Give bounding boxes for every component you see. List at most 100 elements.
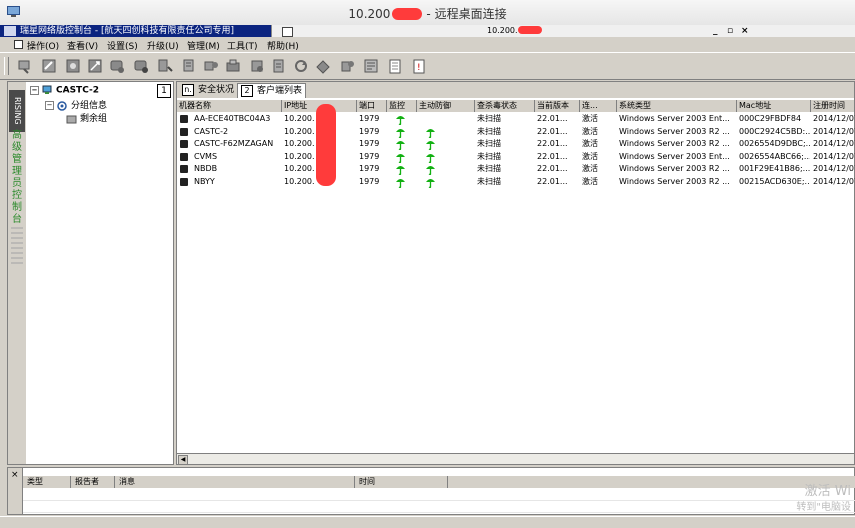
document-icon[interactable] bbox=[388, 59, 403, 74]
tool-icon-7[interactable] bbox=[158, 59, 173, 74]
tool-icon-3[interactable] bbox=[66, 59, 81, 74]
group-icon bbox=[57, 100, 67, 111]
col-header-os[interactable]: 系统类型 bbox=[617, 100, 737, 112]
monitor-on-icon bbox=[395, 177, 406, 188]
tool-icon-4[interactable] bbox=[88, 59, 103, 74]
table-row[interactable]: AA-ECE40TBC04A3 10.200. 1979 未扫描 22.01... 激活 W… bbox=[177, 113, 855, 126]
defense-on-icon bbox=[425, 139, 436, 151]
status-bar bbox=[0, 516, 855, 528]
menu-bar: 操作(O) 查看(V) 设置(S) 升级(U) 管理(M) 工具(T) 帮助(H… bbox=[0, 38, 855, 52]
col-header-monitor[interactable]: 监控 bbox=[387, 100, 417, 112]
toolbar: ! bbox=[0, 52, 855, 80]
cell-name: AA-ECE40TBC04A3 bbox=[194, 114, 271, 123]
tool-icon-11[interactable] bbox=[250, 59, 265, 74]
monitor-on-icon bbox=[395, 114, 406, 126]
cell-os: Windows Server 2003 R2 ... bbox=[619, 164, 730, 173]
tree-item-remaining[interactable]: 剩余组 bbox=[66, 111, 107, 124]
collapse-icon[interactable]: − bbox=[45, 101, 54, 110]
cell-os: Windows Server 2003 R2 ... bbox=[619, 139, 730, 148]
connection-ip: 10.200. bbox=[487, 25, 542, 37]
redaction-mark bbox=[517, 26, 542, 34]
close-icon[interactable]: × bbox=[11, 470, 19, 480]
cell-scan: 未扫描 bbox=[477, 139, 501, 148]
close-button[interactable]: × bbox=[741, 25, 749, 37]
log-col-message[interactable]: 消息 bbox=[115, 476, 355, 488]
cell-name: NBDB bbox=[194, 164, 218, 173]
info-icon[interactable]: ! bbox=[412, 59, 427, 74]
tab-security[interactable]: n. 安全状况 bbox=[179, 83, 237, 97]
redaction-mark bbox=[392, 8, 423, 20]
menu-settings[interactable]: 设置(S) bbox=[107, 39, 138, 52]
redaction-mark bbox=[316, 104, 336, 186]
tool-icon-9[interactable] bbox=[204, 59, 219, 74]
restore-button[interactable]: ▫ bbox=[727, 25, 733, 37]
window-menu-icon[interactable] bbox=[14, 40, 23, 49]
cell-scan: 未扫描 bbox=[477, 114, 501, 123]
collapse-icon[interactable]: − bbox=[30, 85, 39, 95]
log-col-type[interactable]: 类型 bbox=[23, 476, 71, 488]
tool-icon-2[interactable] bbox=[42, 59, 57, 74]
col-header-conn[interactable]: 连... bbox=[580, 100, 617, 112]
tool-icon-8[interactable] bbox=[182, 59, 197, 74]
tool-icon-12[interactable] bbox=[272, 59, 287, 74]
menu-upgrade[interactable]: 升级(U) bbox=[147, 39, 179, 52]
col-header-version[interactable]: 当前版本 bbox=[535, 100, 580, 112]
cell-version: 22.01... bbox=[537, 164, 568, 173]
menu-help[interactable]: 帮助(H) bbox=[267, 39, 299, 52]
menu-operate[interactable]: 操作(O) bbox=[27, 39, 59, 52]
app-title-bar: 瑞星网络版控制台 - [航天四创科技有限责任公司专用] bbox=[0, 25, 271, 37]
table-row[interactable]: CASTC-2 10.200. 1979 未扫描 22.01... 激活 Windows S… bbox=[177, 126, 855, 138]
menu-view[interactable]: 查看(V) bbox=[67, 39, 98, 52]
scan-icon[interactable] bbox=[18, 59, 33, 74]
col-header-port[interactable]: 端口 bbox=[357, 100, 387, 112]
log-col-reporter[interactable]: 报告者 bbox=[71, 476, 115, 488]
col-header-name[interactable]: 机器名称 bbox=[177, 100, 282, 112]
cell-port: 1979 bbox=[359, 139, 380, 148]
toolbar-grip bbox=[4, 57, 9, 75]
menu-tools[interactable]: 工具(T) bbox=[227, 39, 258, 52]
col-header-scan[interactable]: 查杀毒状态 bbox=[475, 100, 535, 112]
cell-reg: 2014/12/07 bbox=[813, 114, 855, 123]
table-row[interactable]: NBYY 10.200. 1979 未扫描 22.01... 激活 Windows Serv… bbox=[177, 176, 855, 188]
app-icon bbox=[4, 26, 16, 36]
refresh-icon[interactable] bbox=[294, 59, 309, 74]
tool-icon-6[interactable] bbox=[134, 59, 149, 74]
tab-client-list[interactable]: 2 客户端列表 bbox=[237, 83, 307, 98]
horizontal-scrollbar[interactable]: ◀ bbox=[177, 453, 854, 465]
defense-on-icon bbox=[425, 164, 436, 176]
tree-root[interactable]: − CASTC-2 bbox=[30, 85, 99, 96]
cell-conn: 激活 bbox=[582, 164, 598, 173]
col-header-defense[interactable]: 主动防御 bbox=[417, 100, 475, 112]
tree-item-group[interactable]: − 分组信息 bbox=[45, 98, 107, 111]
app-title: 瑞星网络版控制台 - [航天四创科技有限责任公司专用] bbox=[20, 26, 234, 36]
tool-icon-5[interactable] bbox=[110, 59, 125, 74]
log-col-time[interactable]: 时间 bbox=[355, 476, 448, 488]
table-row[interactable]: CASTC-F62MZAGAN 10.200. 1979 未扫描 22.01... 激活 W… bbox=[177, 138, 855, 151]
minimize-button[interactable]: _ bbox=[713, 25, 718, 37]
cell-name: NBYY bbox=[194, 176, 215, 186]
cell-version: 22.01... bbox=[537, 114, 568, 123]
tool-icon-15[interactable] bbox=[340, 59, 355, 74]
rdp-title: 10.200- 远程桌面连接 bbox=[348, 7, 507, 21]
folder-icon bbox=[66, 115, 77, 123]
cell-port: 1979 bbox=[359, 126, 380, 136]
cell-conn: 激活 bbox=[582, 114, 598, 123]
tool-icon-16[interactable] bbox=[364, 59, 379, 74]
col-header-mac[interactable]: Mac地址 bbox=[737, 100, 811, 112]
pin-icon[interactable] bbox=[282, 27, 293, 37]
tool-icon-10[interactable] bbox=[226, 59, 241, 74]
tool-icon-14[interactable] bbox=[316, 59, 331, 74]
monitor-on-icon bbox=[395, 127, 406, 138]
table-row[interactable]: NBDB 10.200. 1979 未扫描 22.01... 激活 Windows Serv… bbox=[177, 163, 855, 176]
monitor-on-icon bbox=[395, 164, 406, 176]
brand-logo: RISING bbox=[9, 90, 25, 132]
cell-conn: 激活 bbox=[582, 139, 598, 148]
col-header-reg[interactable]: 注册时间 bbox=[811, 100, 855, 112]
menu-manage[interactable]: 管理(M) bbox=[187, 39, 220, 52]
scroll-left-icon[interactable]: ◀ bbox=[178, 455, 188, 465]
cell-port: 1979 bbox=[359, 151, 380, 161]
sidebar-strip: RISING 高级管理员控制台 bbox=[8, 82, 26, 464]
cell-port: 1979 bbox=[359, 164, 380, 173]
cell-os: Windows Server 2003 Ent... bbox=[619, 151, 730, 161]
table-row[interactable]: CVMS 10.200. 1979 未扫描 22.01... 激活 Windows Serv… bbox=[177, 151, 855, 163]
